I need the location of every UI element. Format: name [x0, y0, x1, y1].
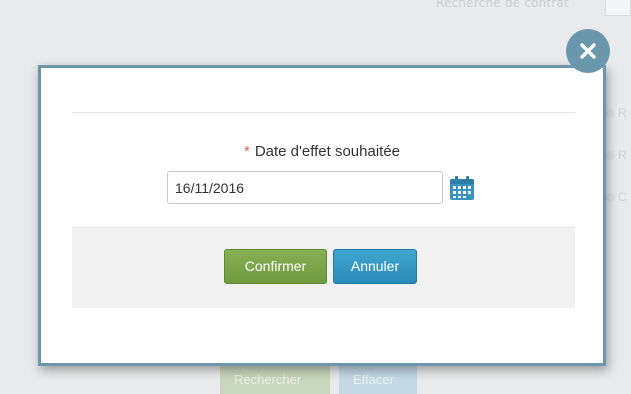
- background-header-field: [605, 0, 631, 16]
- required-marker: *: [243, 143, 250, 160]
- background-radio: [606, 151, 615, 160]
- date-field-label: * Date d'effet souhaitée: [41, 143, 603, 160]
- background-search-button: Rechercher: [220, 366, 330, 394]
- background-side-label: R: [618, 148, 627, 162]
- date-modal: *Date d'effet souhaitée Confirmer Annule…: [38, 65, 606, 366]
- modal-divider: [72, 112, 575, 113]
- date-field-label-text: Date d'effet souhaitée: [254, 143, 401, 160]
- close-icon: [580, 43, 596, 59]
- close-button[interactable]: [566, 29, 610, 73]
- calendar-icon[interactable]: [449, 175, 475, 201]
- background-header-text: Recherche de contrat: [436, 0, 569, 10]
- confirm-button[interactable]: Confirmer: [224, 249, 327, 284]
- background-radio: [606, 109, 615, 118]
- background-side-label: R: [618, 106, 627, 120]
- background-clear-button: Effacer: [339, 366, 417, 394]
- cancel-button[interactable]: Annuler: [333, 249, 417, 284]
- date-input[interactable]: [167, 171, 443, 204]
- modal-footer: Confirmer Annuler: [72, 227, 575, 308]
- background-side-label: C: [618, 190, 627, 204]
- background-radio: [606, 193, 615, 202]
